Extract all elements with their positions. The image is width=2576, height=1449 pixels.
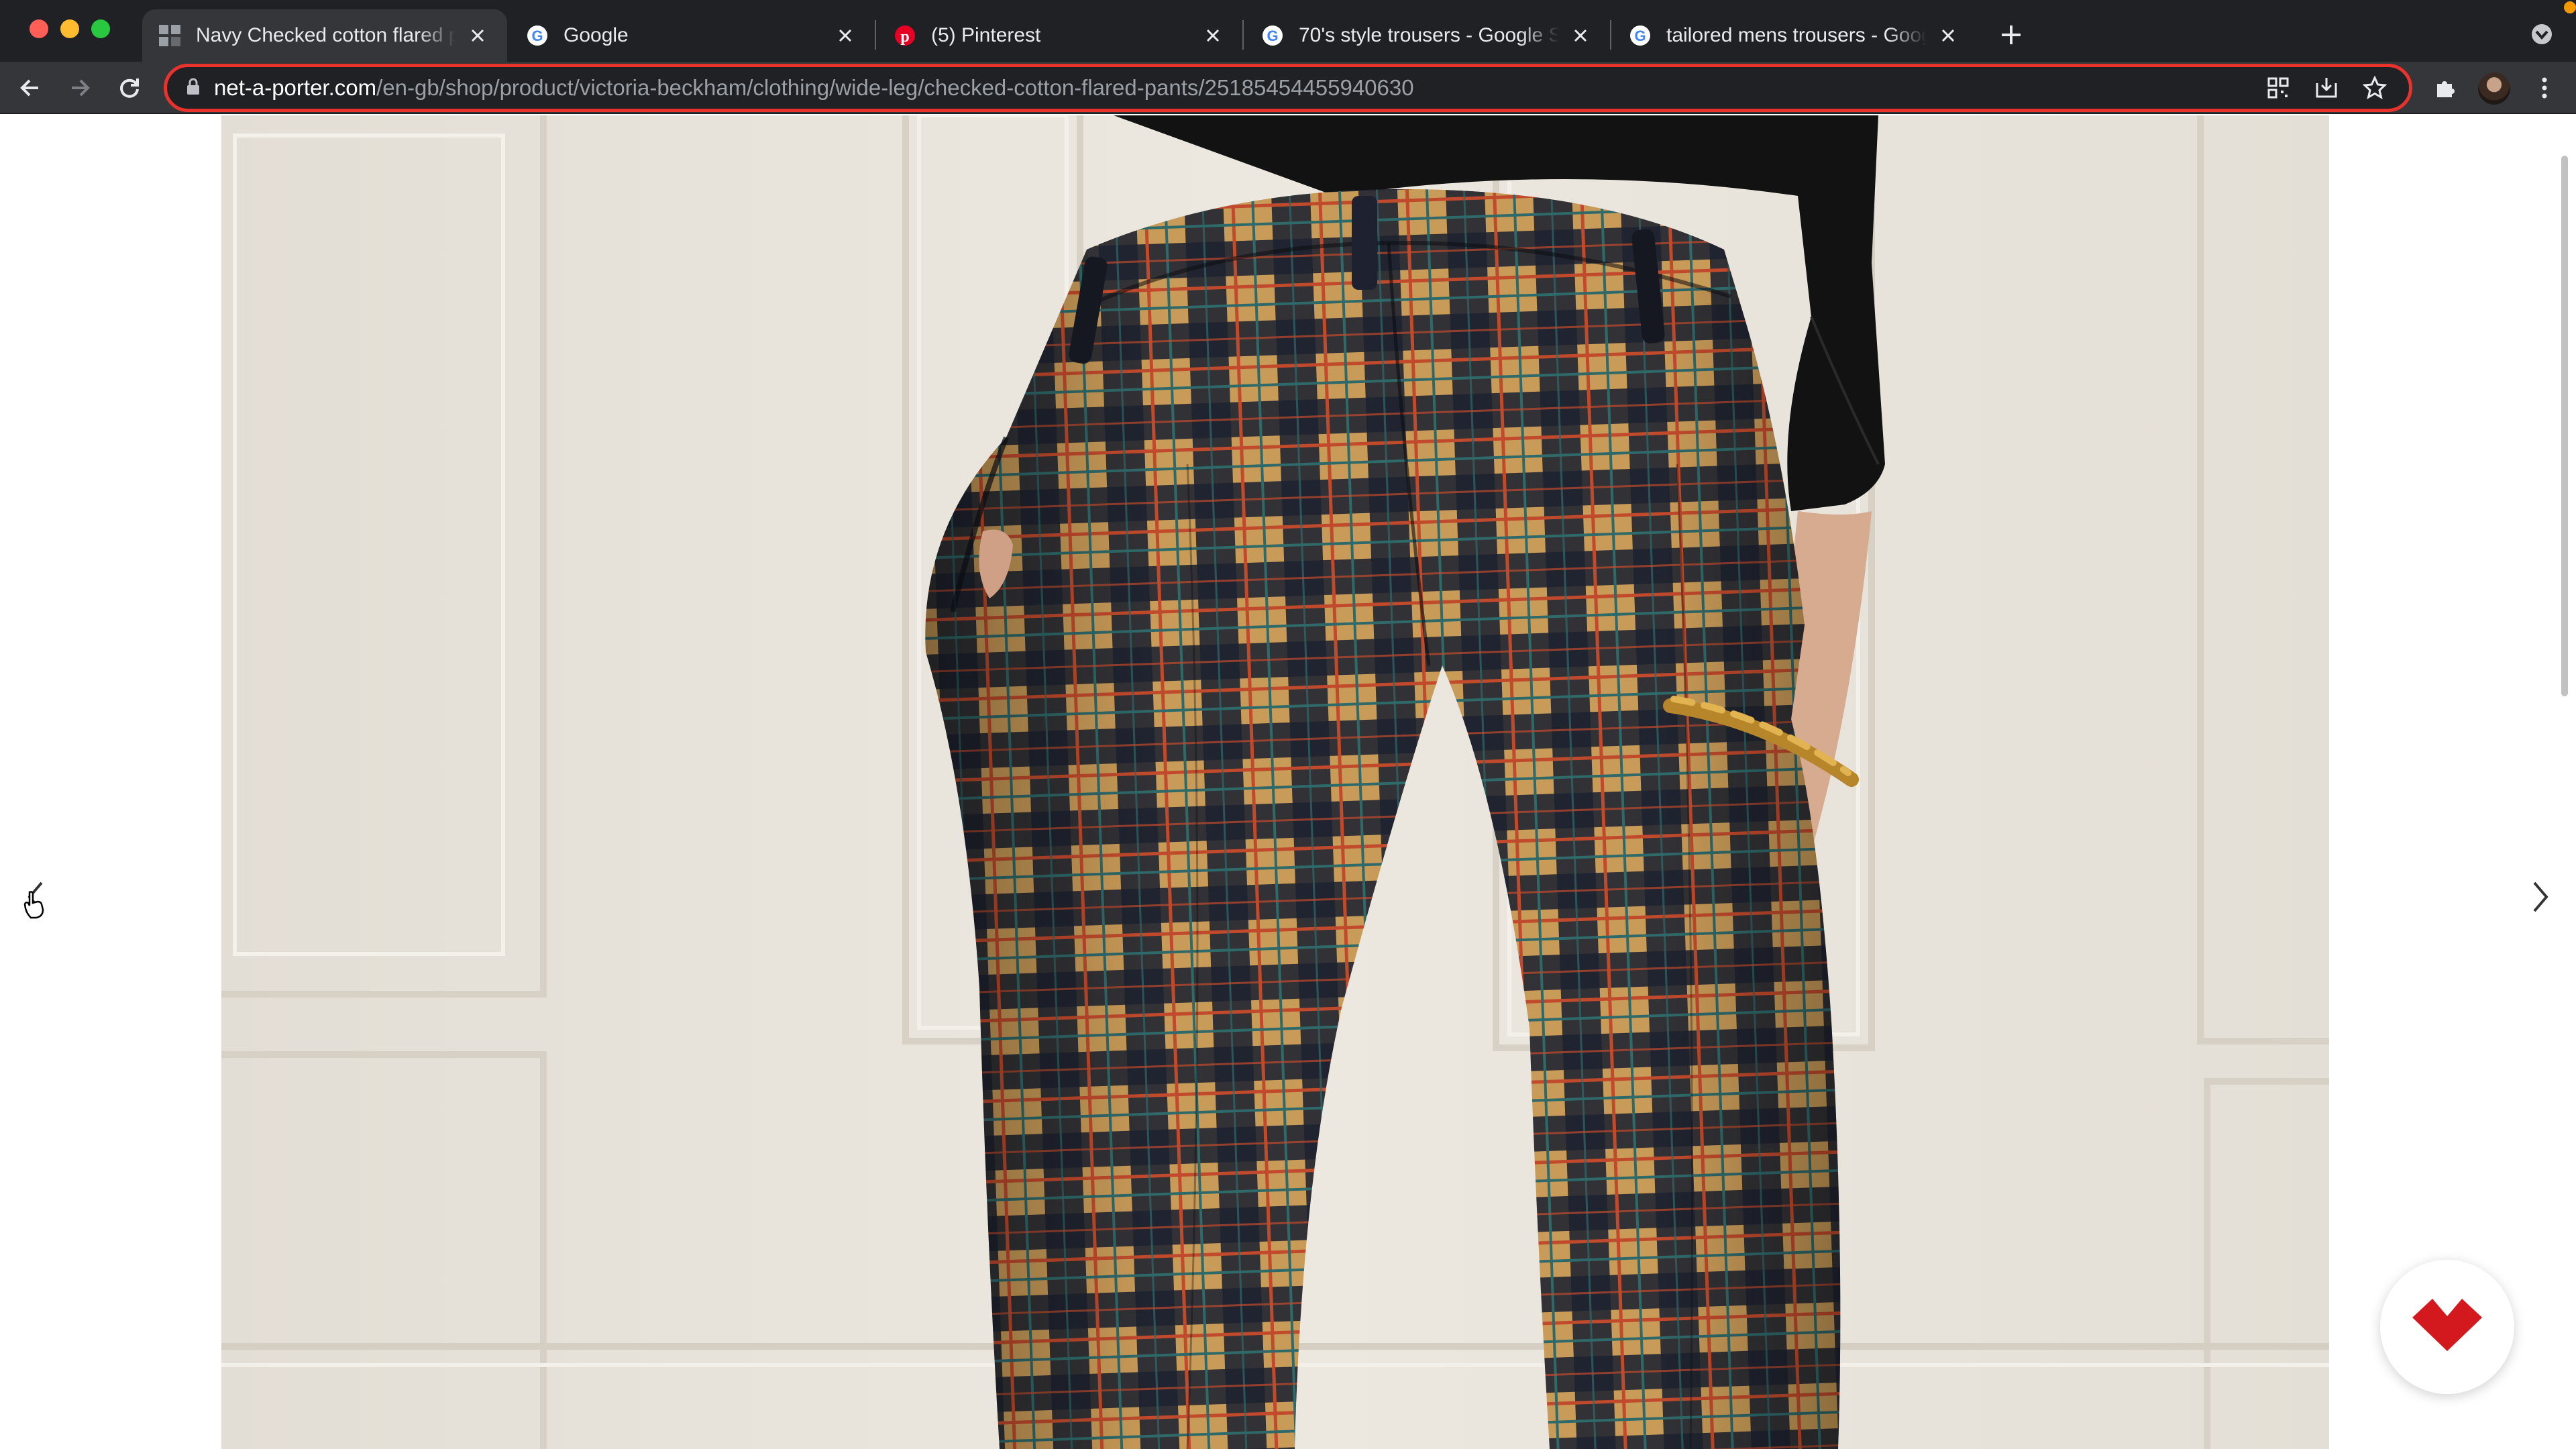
tab-separator [1610, 20, 1611, 50]
tab-title: tailored mens trousers - Google Search [1666, 24, 1927, 46]
extensions-puzzle-icon[interactable] [2427, 70, 2463, 106]
tab-tailored-trousers-search[interactable]: G tailored mens trousers - Google Search [1613, 9, 1978, 62]
chat-logo-icon [2412, 1298, 2482, 1356]
forward-arrow-icon[interactable] [60, 68, 99, 107]
install-app-icon[interactable] [2307, 68, 2346, 107]
product-image-gallery[interactable] [221, 115, 2329, 1449]
pinterest-icon: p [894, 24, 916, 47]
tab-separator [875, 20, 876, 50]
url-text[interactable]: net-a-porter.com/en-gb/shop/product/vict… [214, 75, 2249, 101]
svg-text:G: G [1634, 28, 1646, 44]
page-scrollbar[interactable] [2561, 156, 2568, 696]
svg-text:G: G [531, 28, 543, 44]
google-g-icon: G [1261, 24, 1284, 47]
close-tab-icon[interactable] [832, 22, 859, 49]
reload-icon[interactable] [110, 68, 149, 107]
address-bar[interactable]: net-a-porter.com/en-gb/shop/product/vict… [164, 64, 2412, 112]
new-tab-plus-icon[interactable] [1992, 16, 2030, 54]
back-arrow-icon[interactable] [11, 68, 50, 107]
google-g-icon: G [526, 24, 549, 47]
pointer-hand-cursor-icon [23, 890, 46, 922]
close-tab-icon[interactable] [1199, 22, 1226, 49]
product-photo [221, 115, 2329, 1449]
close-tab-icon[interactable] [464, 22, 491, 49]
chat-launcher-button[interactable] [2380, 1260, 2514, 1394]
profile-avatar[interactable] [2478, 72, 2510, 105]
google-g-icon: G [1629, 24, 1652, 47]
url-path: /en-gb/shop/product/victoria-beckham/clo… [376, 75, 1414, 100]
tab-google[interactable]: G Google [510, 9, 875, 62]
close-window-button[interactable] [30, 19, 48, 38]
tab-title: 70's style trousers - Google Search [1299, 24, 1559, 46]
bookmark-star-icon[interactable] [2355, 68, 2394, 107]
tab-net-a-porter[interactable]: Navy Checked cotton flared pants [142, 9, 507, 62]
tab-separator [1242, 20, 1244, 50]
svg-text:G: G [1267, 28, 1278, 44]
lock-icon[interactable] [186, 77, 201, 99]
gallery-next-arrow-icon[interactable] [2517, 867, 2564, 927]
minimize-window-button[interactable] [60, 19, 79, 38]
tab-strip: Navy Checked cotton flared pants G Googl… [0, 0, 2576, 62]
browser-toolbar: net-a-porter.com/en-gb/shop/product/vict… [0, 62, 2576, 114]
tab-title: (5) Pinterest [931, 24, 1041, 46]
tab-title: Navy Checked cotton flared pants [196, 24, 456, 46]
url-host: net-a-porter.com [214, 75, 377, 100]
tab-70s-trousers-search[interactable]: G 70's style trousers - Google Search [1245, 9, 1610, 62]
tab-pinterest[interactable]: p (5) Pinterest [877, 9, 1242, 62]
close-tab-icon[interactable] [1567, 22, 1594, 49]
tab-title: Google [564, 24, 629, 46]
svg-text:p: p [900, 28, 909, 46]
update-badge-icon [2564, 1, 2576, 13]
qr-code-icon[interactable] [2259, 68, 2298, 107]
tab-search-chevron-icon[interactable] [2525, 17, 2559, 51]
net-a-porter-grid-icon [158, 24, 181, 47]
page-viewport [0, 115, 2576, 1449]
more-menu-icon[interactable] [2526, 70, 2563, 106]
maximize-window-button[interactable] [91, 19, 110, 38]
close-tab-icon[interactable] [1935, 22, 1962, 49]
